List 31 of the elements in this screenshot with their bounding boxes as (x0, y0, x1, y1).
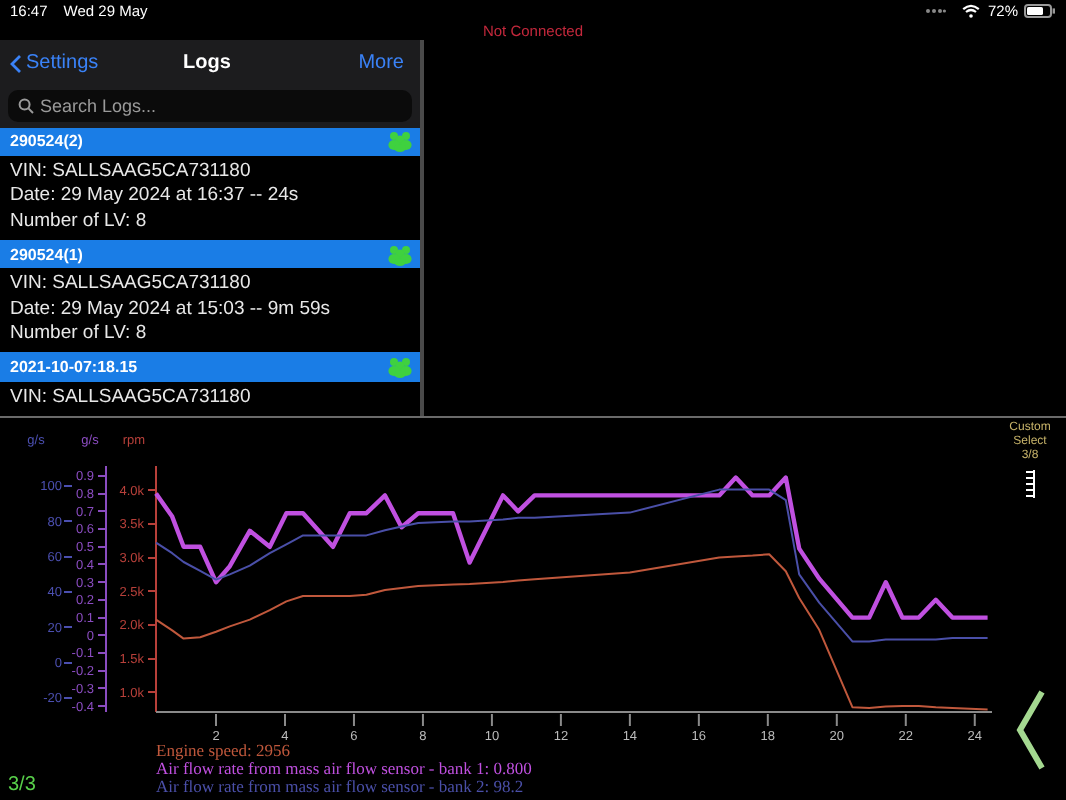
group-icon (388, 243, 412, 266)
log-detail: VIN: SALLSAAG5CA731180 (10, 385, 253, 410)
group-icon (388, 355, 412, 378)
search-field[interactable]: Search Logs... (8, 90, 412, 122)
log-header[interactable]: 290524(1) (0, 239, 420, 269)
legend-entry: Engine speed: 2956 (156, 742, 293, 760)
more-button[interactable]: More (358, 52, 404, 75)
log-name: 2021-10-07:18.15 (10, 357, 138, 376)
log-detail: VIN: SALLSAAG5CA731180 (10, 272, 253, 298)
log-detail: Number of LV: 8 (10, 209, 149, 234)
battery-icon (1024, 3, 1056, 18)
legend-entry: Air flow rate from mass air flow sensor - bank 2: 98.2 (156, 778, 526, 796)
log-name: 290524(2) (10, 132, 83, 151)
signal-dots-icon (925, 7, 946, 14)
chevron-left-icon (10, 53, 22, 74)
search-icon (18, 98, 34, 115)
wifi-icon (961, 3, 980, 18)
log-detail: Date: 29 May 2024 at 15:03 -- 9m 59s (10, 297, 333, 322)
log-name: 290524(1) (10, 245, 83, 264)
chevron-left-icon[interactable] (1014, 688, 1046, 772)
log-detail: Number of LV: 8 (10, 321, 149, 347)
log-header[interactable]: 2021-10-07:18.15 (0, 352, 420, 382)
page-counter: 3/3 (6, 774, 38, 796)
back-button[interactable]: Settings (10, 52, 99, 75)
comb-icon[interactable] (1024, 470, 1036, 498)
legend-entry: Air flow rate from mass air flow sensor - bank 1: 0.800 (156, 760, 532, 778)
group-icon (388, 130, 412, 153)
nav-title: Logs (183, 52, 231, 75)
log-detail: VIN: SALLSAAG5CA731180 (10, 160, 253, 185)
log-header[interactable]: 290524(2) (0, 127, 420, 156)
log-detail: Date: 29 May 2024 at 16:37 -- 24s (10, 184, 301, 210)
